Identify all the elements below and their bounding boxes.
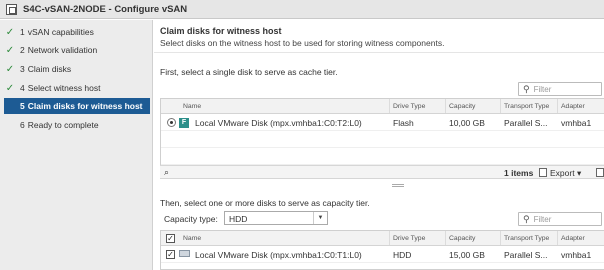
header-divider xyxy=(154,52,604,53)
cache-filter-input[interactable]: ⚲ Filter xyxy=(518,82,602,96)
binoculars-icon[interactable]: ⌕ xyxy=(164,167,169,178)
table-header: Name Drive Type Capacity Transport Type … xyxy=(161,99,604,114)
check-icon: ✓ xyxy=(5,63,15,75)
col-name[interactable]: Name xyxy=(183,103,201,110)
capacity-type-select[interactable]: HDD ▼ xyxy=(224,211,328,225)
step-ready-to-complete[interactable]: 6 Ready to complete xyxy=(4,117,150,133)
col-transport-type[interactable]: Transport Type xyxy=(504,103,549,110)
flash-disk-icon: F xyxy=(179,118,189,128)
col-capacity[interactable]: Capacity xyxy=(449,235,475,242)
col-adapter[interactable]: Adapter xyxy=(561,235,585,242)
cache-disk-table: Name Drive Type Capacity Transport Type … xyxy=(160,98,604,167)
row-checkbox[interactable]: ✓ xyxy=(166,250,175,259)
table-row-empty xyxy=(161,148,604,165)
cache-tier-instruction: First, select a single disk to serve as … xyxy=(160,67,338,77)
table-row[interactable]: F Local VMware Disk (mpx.vmhba1:C0:T2:L0… xyxy=(161,114,604,131)
export-button[interactable]: Export ▾ xyxy=(539,168,581,179)
export-icon xyxy=(539,168,547,177)
search-icon: ⚲ xyxy=(523,213,530,224)
page-subtitle: Select disks on the witness host to be u… xyxy=(160,38,445,48)
splitter-handle[interactable] xyxy=(392,184,404,187)
step-select-witness-host[interactable]: ✓ 4 Select witness host xyxy=(4,80,150,96)
step-network-validation[interactable]: ✓ 2 Network validation xyxy=(4,42,150,58)
chevron-down-icon: ▼ xyxy=(313,212,327,224)
col-name[interactable]: Name xyxy=(183,235,201,242)
table-header: ✓ Name Drive Type Capacity Transport Typ… xyxy=(161,231,604,246)
main-panel: Claim disks for witness host Select disk… xyxy=(154,20,604,270)
col-adapter[interactable]: Adapter xyxy=(561,103,585,110)
select-all-checkbox[interactable]: ✓ xyxy=(166,234,175,243)
col-transport-type[interactable]: Transport Type xyxy=(504,235,549,242)
capacity-disk-table: ✓ Name Drive Type Capacity Transport Typ… xyxy=(160,230,604,270)
capacity-tier-instruction: Then, select one or more disks to serve … xyxy=(160,198,370,208)
page-title: Claim disks for witness host xyxy=(160,26,282,36)
step-vsan-capabilities[interactable]: ✓ 1 vSAN capabilities xyxy=(4,24,150,40)
col-drive-type[interactable]: Drive Type xyxy=(393,235,425,242)
table-row[interactable]: ✓ Local VMware Disk (mpx.vmhba1:C0:T1:L0… xyxy=(161,246,604,263)
check-icon: ✓ xyxy=(5,44,15,56)
table-row-empty xyxy=(161,131,604,148)
capacity-type-label: Capacity type: xyxy=(164,214,218,224)
capacity-filter-input[interactable]: ⚲ Filter xyxy=(518,212,602,226)
col-capacity[interactable]: Capacity xyxy=(449,103,475,110)
wizard-steps-sidebar: ✓ 1 vSAN capabilities ✓ 2 Network valida… xyxy=(0,20,153,270)
window-titlebar: S4C-vSAN-2NODE - Configure vSAN xyxy=(0,0,604,19)
col-drive-type[interactable]: Drive Type xyxy=(393,103,425,110)
check-icon: ✓ xyxy=(5,82,15,94)
copy-icon[interactable] xyxy=(596,168,604,177)
step-claim-disks-witness-host[interactable]: 5 Claim disks for witness host xyxy=(4,98,150,114)
item-count: 1 items xyxy=(504,168,534,178)
radio-selected-icon[interactable] xyxy=(167,118,176,127)
window-icon xyxy=(6,3,17,15)
hdd-disk-icon xyxy=(179,250,190,257)
search-icon: ⚲ xyxy=(523,83,530,94)
cache-table-footer: ⌕ 1 items Export ▾ xyxy=(160,165,604,179)
window-title: S4C-vSAN-2NODE - Configure vSAN xyxy=(23,3,188,15)
step-claim-disks[interactable]: ✓ 3 Claim disks xyxy=(4,61,150,77)
check-icon: ✓ xyxy=(5,26,15,38)
